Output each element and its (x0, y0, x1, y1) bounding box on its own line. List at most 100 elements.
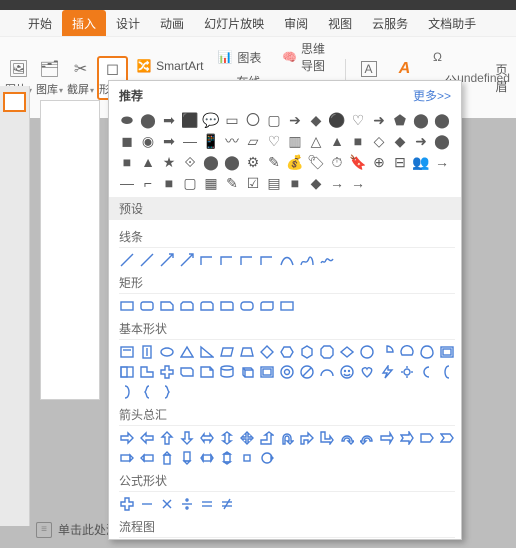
shape-ua[interactable] (159, 430, 175, 446)
shape-textboxv[interactable] (139, 344, 155, 360)
shape-plus[interactable] (159, 364, 175, 380)
shape-mult[interactable] (159, 496, 175, 512)
recent-shape-30[interactable]: ➜ (413, 133, 429, 149)
shape-la[interactable] (139, 430, 155, 446)
recent-shape-56[interactable]: ■ (287, 175, 303, 191)
shape-cra[interactable] (339, 430, 355, 446)
recent-shape-21[interactable]: 〰 (224, 133, 240, 149)
shape-rounddiag[interactable] (259, 298, 275, 314)
shape-da[interactable] (179, 430, 195, 446)
recent-shape-19[interactable]: — (182, 133, 198, 149)
tab-云服务[interactable]: 云服务 (362, 10, 418, 36)
recent-shape-7[interactable]: ▢ (266, 112, 282, 128)
shape-tri[interactable] (179, 344, 195, 360)
recent-shape-14[interactable]: ⬤ (413, 112, 429, 128)
shape-dec[interactable] (339, 344, 355, 360)
shape-ra[interactable] (119, 430, 135, 446)
recent-shape-41[interactable]: 🏷 (308, 154, 324, 170)
shape-elbow[interactable] (259, 252, 275, 268)
shape-line[interactable] (139, 252, 155, 268)
shape-rect2[interactable] (279, 298, 295, 314)
shape-heart[interactable] (359, 364, 375, 380)
shape-nosign[interactable] (299, 364, 315, 380)
shape-bevel[interactable] (259, 364, 275, 380)
recent-shape-58[interactable]: → (329, 175, 345, 191)
recent-shape-8[interactable]: ➔ (287, 112, 303, 128)
shape-rcb[interactable] (159, 384, 175, 400)
recent-shape-9[interactable]: ◆ (308, 112, 324, 128)
recent-shape-49[interactable]: ⌐ (140, 175, 156, 191)
shape-fold[interactable] (199, 364, 215, 380)
recent-shape-0[interactable]: ⬬ (119, 112, 135, 128)
shape-diamond[interactable] (259, 344, 275, 360)
shape-uda2[interactable] (219, 450, 235, 466)
recent-shape-1[interactable]: ⬤ (140, 112, 156, 128)
shape-rtri[interactable] (199, 344, 215, 360)
shape-oval[interactable] (159, 344, 175, 360)
recent-shape-46[interactable]: 👥 (413, 154, 429, 170)
shape-eq[interactable] (199, 496, 215, 512)
recent-shape-25[interactable]: △ (308, 133, 324, 149)
recent-shape-43[interactable]: 🔖 (350, 154, 366, 170)
smartart-button[interactable]: 🔀SmartArt (130, 55, 209, 77)
recent-shape-36[interactable]: ⬤ (203, 154, 219, 170)
shape-diag[interactable] (179, 364, 195, 380)
shape-minus[interactable] (139, 496, 155, 512)
shape-lac[interactable] (139, 450, 155, 466)
recent-shape-48[interactable]: — (119, 175, 135, 191)
shape-uturn[interactable] (279, 430, 295, 446)
shape-elbow[interactable] (199, 252, 215, 268)
slide-canvas[interactable] (40, 100, 100, 400)
recent-shape-59[interactable]: → (350, 175, 366, 191)
recent-shape-35[interactable]: ⟐ (182, 154, 198, 170)
recent-shape-6[interactable]: 〇 (245, 112, 261, 128)
slide-thumb-1[interactable] (3, 92, 26, 112)
recent-shape-34[interactable]: ★ (161, 154, 177, 170)
recent-shape-4[interactable]: 💬 (203, 112, 219, 128)
recent-shape-2[interactable]: ➡ (161, 112, 177, 128)
shape-sun[interactable] (399, 364, 415, 380)
shape-snipround[interactable] (199, 298, 215, 314)
shape-elbow[interactable] (219, 252, 235, 268)
recent-shape-13[interactable]: ⬟ (392, 112, 408, 128)
shape-arc[interactable] (319, 364, 335, 380)
shape-pie[interactable] (379, 344, 395, 360)
shape-scribble[interactable] (319, 252, 335, 268)
shape-freeform[interactable] (299, 252, 315, 268)
shape-para[interactable] (219, 344, 235, 360)
recent-shape-31[interactable]: ⬤ (434, 133, 450, 149)
shape-circa[interactable] (259, 450, 275, 466)
recent-shape-38[interactable]: ⚙ (245, 154, 261, 170)
slide-thumbnails[interactable] (0, 86, 30, 526)
recent-shape-44[interactable]: ⊕ (371, 154, 387, 170)
recent-shape-57[interactable]: ◆ (308, 175, 324, 191)
recent-shape-39[interactable]: ✎ (266, 154, 282, 170)
shape-nra[interactable] (399, 430, 415, 446)
recent-shape-11[interactable]: ♡ (350, 112, 366, 128)
shape-lua[interactable] (299, 430, 315, 446)
shape-hept[interactable] (299, 344, 315, 360)
notes-icon[interactable]: ≡ (36, 522, 52, 538)
shape-round1[interactable] (219, 298, 235, 314)
tab-审阅[interactable]: 审阅 (274, 10, 318, 36)
recent-shape-17[interactable]: ◉ (140, 133, 156, 149)
shape-lrac[interactable] (199, 450, 215, 466)
recent-shape-10[interactable]: ⚫ (329, 112, 345, 128)
recent-shape-26[interactable]: ▲ (329, 133, 345, 149)
shape-arrow[interactable] (159, 252, 175, 268)
recent-shape-45[interactable]: ⊟ (392, 154, 408, 170)
shape-quad[interactable] (239, 430, 255, 446)
shape-trap[interactable] (239, 344, 255, 360)
header-button[interactable]: undefined页眉 (470, 58, 516, 98)
shape-lra[interactable] (199, 430, 215, 446)
shape-moon[interactable] (419, 364, 435, 380)
shape-hex[interactable] (279, 344, 295, 360)
recent-shape-23[interactable]: ♡ (266, 133, 282, 149)
shape-bolt[interactable] (379, 364, 395, 380)
shape-uda[interactable] (219, 430, 235, 446)
recent-shape-53[interactable]: ✎ (224, 175, 240, 191)
shape-lcb[interactable] (139, 384, 155, 400)
shape-uac[interactable] (159, 450, 175, 466)
recent-shape-22[interactable]: ▱ (245, 133, 261, 149)
shape-donut[interactable] (279, 364, 295, 380)
